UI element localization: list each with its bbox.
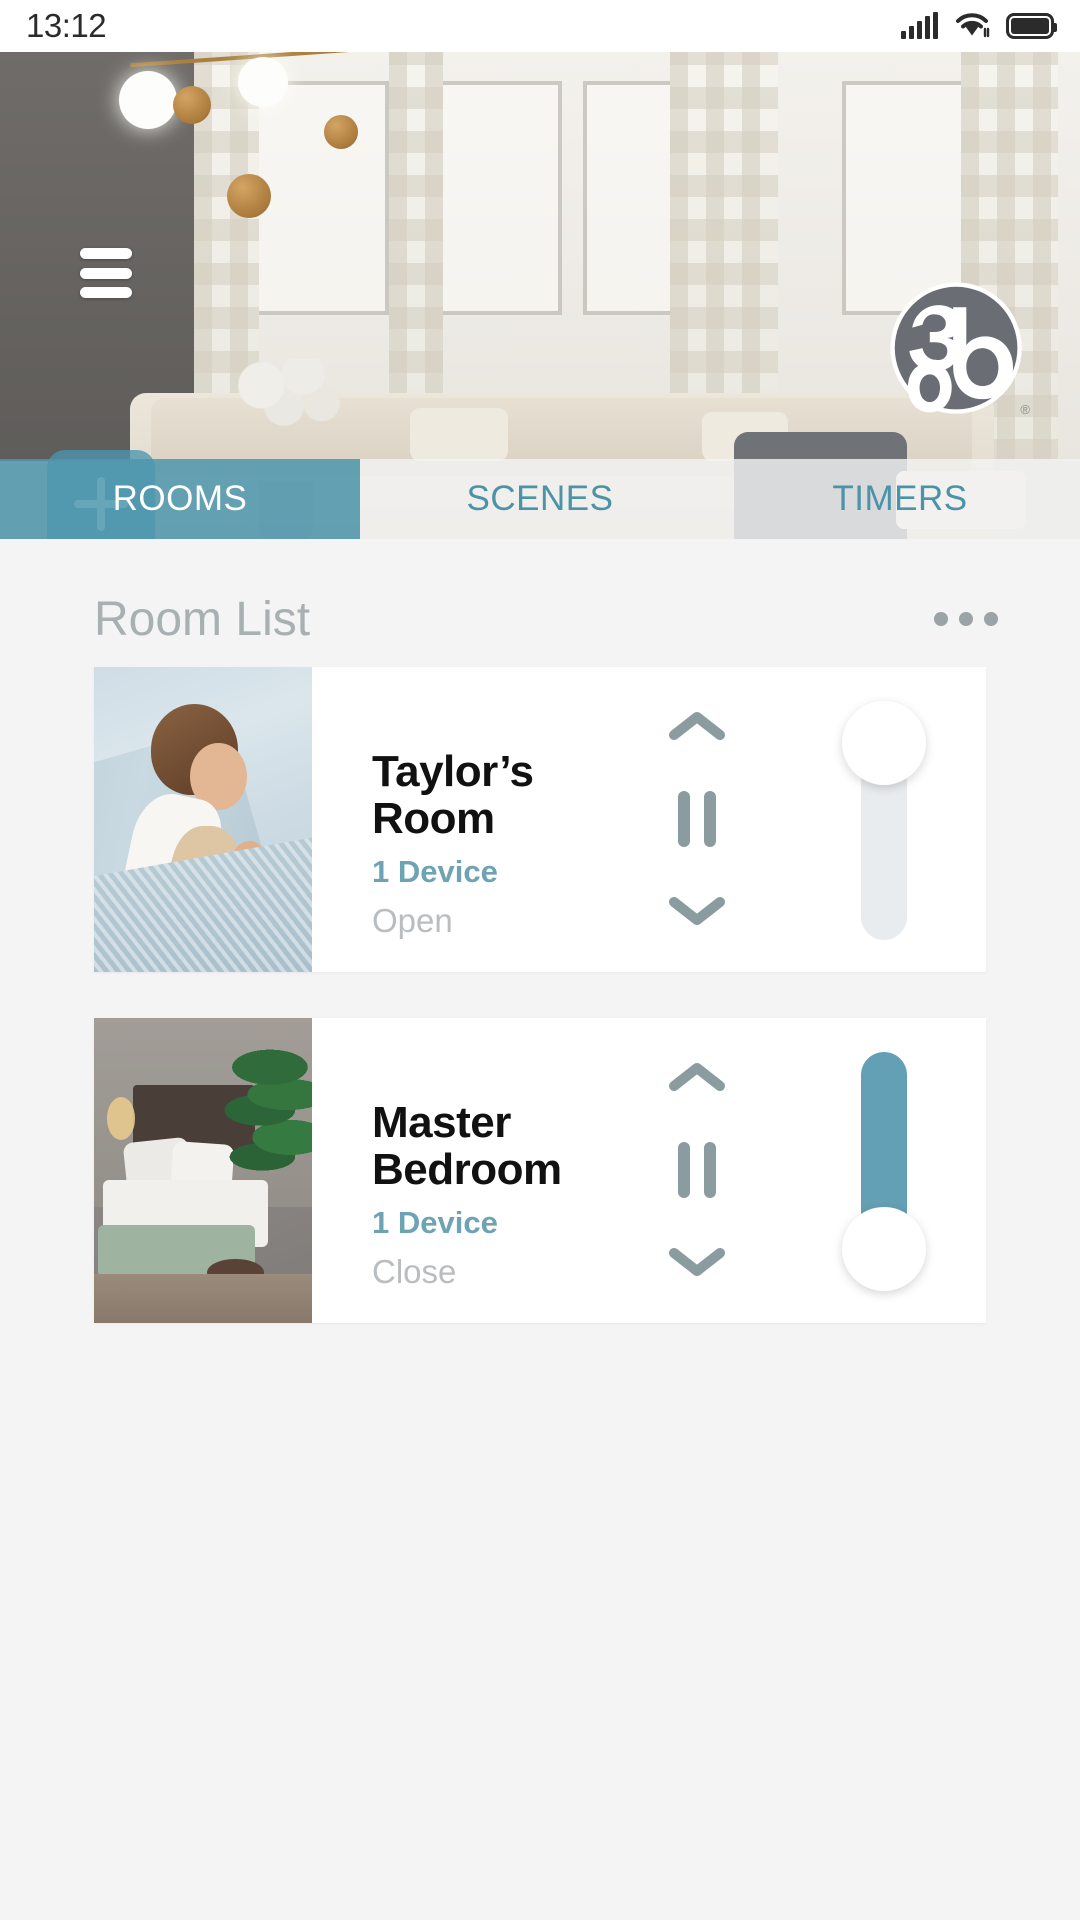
slider-thumb[interactable]: [842, 701, 926, 785]
tab-bar: ROOMS SCENES TIMERS: [0, 459, 1080, 539]
room-state-label: Close: [372, 1253, 457, 1290]
slider-thumb[interactable]: [842, 1207, 926, 1291]
brand-logo: ®: [886, 278, 1032, 424]
tab-rooms[interactable]: ROOMS: [0, 459, 360, 539]
signal-icon: [901, 12, 938, 39]
room-info: Taylor’s Room 1 Device Open: [372, 667, 662, 972]
chevron-down-icon[interactable]: [668, 894, 726, 928]
status-bar-icons: [901, 10, 1057, 43]
room-name: Taylor’s Room: [372, 747, 534, 843]
room-controls: [642, 667, 752, 972]
pause-icon[interactable]: [678, 1141, 716, 1198]
more-options-icon[interactable]: [928, 598, 1004, 640]
page-title: Room List: [94, 592, 311, 646]
room-card-body: Master Bedroom 1 Device Close: [312, 1018, 986, 1323]
room-card[interactable]: Master Bedroom 1 Device Close: [94, 1018, 986, 1323]
status-bar-time: 13:12: [26, 7, 107, 44]
room-card-body: Taylor’s Room 1 Device Open: [312, 667, 986, 972]
room-thumbnail: [94, 1018, 312, 1323]
registered-mark: ®: [1020, 402, 1030, 417]
hamburger-menu-icon[interactable]: [80, 248, 132, 298]
room-controls: [642, 1018, 752, 1323]
room-device-count: 1 Device: [372, 1204, 498, 1240]
chevron-up-icon[interactable]: [668, 709, 726, 743]
room-position-slider[interactable]: [840, 1052, 928, 1291]
tab-scenes[interactable]: SCENES: [360, 459, 720, 539]
pause-icon[interactable]: [678, 790, 716, 847]
wifi-icon: [954, 10, 990, 43]
tab-timers[interactable]: TIMERS: [720, 459, 1080, 539]
chevron-down-icon[interactable]: [668, 1245, 726, 1279]
main-content: Room List Taylor’s Room 1 Device Open Ma…: [0, 539, 1080, 1920]
room-list-header: Room List: [0, 571, 1080, 667]
room-card[interactable]: Taylor’s Room 1 Device Open: [94, 667, 986, 972]
room-device-count: 1 Device: [372, 853, 498, 889]
hero-banner: ® ROOMS SCENES TIMERS: [0, 52, 1080, 539]
room-card-list: Taylor’s Room 1 Device Open Master Bedro…: [0, 667, 1080, 1323]
room-info: Master Bedroom 1 Device Close: [372, 1018, 662, 1323]
room-position-slider[interactable]: [840, 701, 928, 940]
chevron-up-icon[interactable]: [668, 1060, 726, 1094]
status-bar: 13:12: [0, 0, 1080, 52]
room-state-label: Open: [372, 902, 453, 939]
room-thumbnail: [94, 667, 312, 972]
battery-icon: [1006, 13, 1057, 39]
room-name: Master Bedroom: [372, 1098, 562, 1194]
